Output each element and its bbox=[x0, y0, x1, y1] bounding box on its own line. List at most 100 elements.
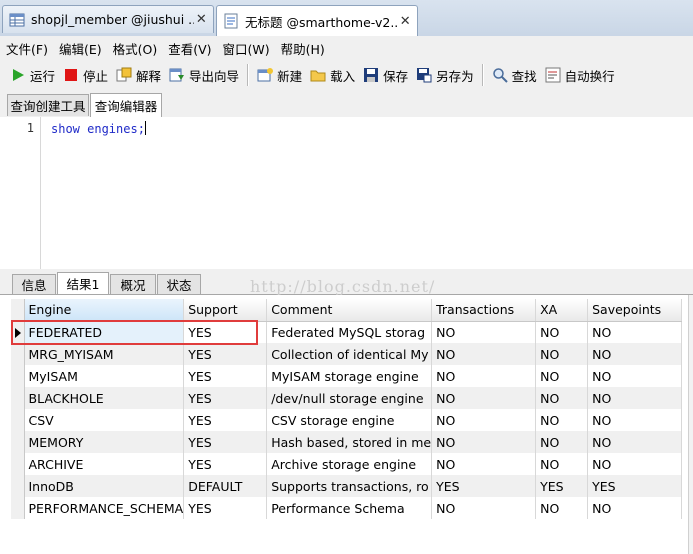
table-cell[interactable]: Hash based, stored in me bbox=[266, 431, 433, 453]
table-cell[interactable]: Collection of identical My bbox=[266, 343, 433, 365]
doc-tab-shopjl-member[interactable]: shopjl_member @jiushui ... ✕ bbox=[2, 5, 214, 33]
table-cell[interactable]: NO bbox=[535, 387, 589, 409]
table-cell[interactable]: NO bbox=[535, 365, 589, 387]
save-as-button[interactable]: 另存为 bbox=[412, 63, 478, 87]
tab-status[interactable]: 状态 bbox=[157, 274, 201, 294]
table-cell[interactable]: NO bbox=[535, 343, 589, 365]
table-cell[interactable]: Federated MySQL storag bbox=[266, 321, 433, 343]
table-cell[interactable]: NO bbox=[431, 321, 537, 343]
sql-editor[interactable]: 1 show engines; bbox=[0, 117, 693, 270]
sql-code-line[interactable]: show engines; bbox=[51, 121, 146, 136]
table-cell[interactable]: YES bbox=[183, 343, 268, 365]
table-cell[interactable]: NO bbox=[587, 409, 683, 431]
load-button[interactable]: 载入 bbox=[306, 63, 359, 87]
table-cell[interactable]: MyISAM storage engine bbox=[266, 365, 433, 387]
menu-window[interactable]: 窗口(W) bbox=[218, 39, 275, 58]
tab-result-1[interactable]: 结果1 bbox=[57, 272, 109, 294]
table-cell[interactable]: NO bbox=[587, 343, 683, 365]
column-header-comment[interactable]: Comment bbox=[266, 299, 433, 322]
row-indicator bbox=[11, 343, 25, 365]
table-cell[interactable]: DEFAULT bbox=[183, 475, 268, 497]
table-cell[interactable]: YES bbox=[183, 387, 268, 409]
close-icon[interactable]: ✕ bbox=[397, 14, 413, 29]
table-cell[interactable]: NO bbox=[535, 453, 589, 475]
table-cell[interactable]: Performance Schema bbox=[266, 497, 433, 519]
find-button[interactable]: 查找 bbox=[488, 63, 541, 87]
table-cell[interactable]: YES bbox=[587, 475, 683, 497]
table-cell[interactable]: MEMORY bbox=[24, 431, 185, 453]
table-row[interactable]: InnoDB DEFAULT Supports transactions, ro… bbox=[11, 475, 683, 497]
table-cell[interactable]: NO bbox=[431, 453, 537, 475]
table-row[interactable]: FEDERATED YES Federated MySQL storag NO … bbox=[11, 321, 683, 343]
table-cell[interactable]: /dev/null storage engine bbox=[266, 387, 433, 409]
column-header-support[interactable]: Support bbox=[183, 299, 268, 322]
table-cell[interactable]: PERFORMANCE_SCHEMA bbox=[24, 497, 185, 519]
table-cell[interactable]: NO bbox=[431, 409, 537, 431]
table-cell[interactable]: NO bbox=[431, 497, 537, 519]
tab-profile[interactable]: 概况 bbox=[110, 274, 156, 294]
table-row[interactable]: MRG_MYISAM YES Collection of identical M… bbox=[11, 343, 683, 365]
table-row[interactable]: MEMORY YES Hash based, stored in me NO N… bbox=[11, 431, 683, 453]
export-wizard-button[interactable]: 导出向导 bbox=[165, 63, 243, 87]
menu-file[interactable]: 文件(F) bbox=[1, 39, 53, 58]
column-header-transactions[interactable]: Transactions bbox=[431, 299, 537, 322]
table-cell[interactable]: FEDERATED bbox=[24, 321, 185, 343]
menu-format[interactable]: 格式(O) bbox=[108, 39, 163, 58]
grid-header-row: Engine Support Comment Transactions XA S… bbox=[11, 299, 683, 322]
table-cell[interactable]: NO bbox=[535, 497, 589, 519]
table-cell[interactable]: YES bbox=[183, 497, 268, 519]
table-cell[interactable]: MRG_MYISAM bbox=[24, 343, 185, 365]
column-header-xa[interactable]: XA bbox=[535, 299, 589, 322]
table-cell[interactable]: YES bbox=[183, 431, 268, 453]
save-button[interactable]: 保存 bbox=[359, 63, 412, 87]
table-row[interactable]: MyISAM YES MyISAM storage engine NO NO N… bbox=[11, 365, 683, 387]
table-cell[interactable]: NO bbox=[587, 497, 683, 519]
table-row[interactable]: ARCHIVE YES Archive storage engine NO NO… bbox=[11, 453, 683, 475]
table-cell[interactable]: CSV storage engine bbox=[266, 409, 433, 431]
table-cell[interactable]: BLACKHOLE bbox=[24, 387, 185, 409]
vertical-scrollbar[interactable] bbox=[688, 295, 693, 554]
table-cell[interactable]: NO bbox=[535, 431, 589, 453]
menu-help[interactable]: 帮助(H) bbox=[276, 39, 330, 58]
table-cell[interactable]: NO bbox=[587, 321, 683, 343]
table-cell[interactable]: YES bbox=[535, 475, 589, 497]
table-cell[interactable]: NO bbox=[587, 453, 683, 475]
stop-button[interactable]: 停止 bbox=[59, 63, 112, 87]
table-cell[interactable]: NO bbox=[431, 343, 537, 365]
table-row[interactable]: PERFORMANCE_SCHEMA YES Performance Schem… bbox=[11, 497, 683, 519]
table-cell[interactable]: NO bbox=[587, 365, 683, 387]
table-row[interactable]: CSV YES CSV storage engine NO NO NO bbox=[11, 409, 683, 431]
table-cell[interactable]: NO bbox=[587, 387, 683, 409]
close-icon[interactable]: ✕ bbox=[194, 12, 209, 27]
table-cell[interactable]: YES bbox=[183, 453, 268, 475]
table-cell[interactable]: NO bbox=[587, 431, 683, 453]
table-cell[interactable]: NO bbox=[535, 409, 589, 431]
table-cell[interactable]: NO bbox=[535, 321, 589, 343]
column-header-engine[interactable]: Engine bbox=[24, 299, 185, 322]
table-row[interactable]: BLACKHOLE YES /dev/null storage engine N… bbox=[11, 387, 683, 409]
table-cell[interactable]: YES bbox=[431, 475, 537, 497]
table-cell[interactable]: NO bbox=[431, 365, 537, 387]
menu-edit[interactable]: 编辑(E) bbox=[54, 39, 107, 58]
table-cell[interactable]: Supports transactions, ro bbox=[266, 475, 433, 497]
table-cell[interactable]: InnoDB bbox=[24, 475, 185, 497]
table-cell[interactable]: YES bbox=[183, 321, 268, 343]
doc-tab-untitled-query[interactable]: 无标题 @smarthome-v2... ✕ bbox=[216, 5, 418, 36]
tab-info[interactable]: 信息 bbox=[12, 274, 56, 294]
table-cell[interactable]: YES bbox=[183, 365, 268, 387]
table-cell[interactable]: MyISAM bbox=[24, 365, 185, 387]
new-button[interactable]: 新建 bbox=[253, 63, 306, 87]
run-button[interactable]: 运行 bbox=[6, 63, 59, 87]
table-cell[interactable]: ARCHIVE bbox=[24, 453, 185, 475]
table-cell[interactable]: YES bbox=[183, 409, 268, 431]
explain-button[interactable]: 解释 bbox=[112, 63, 165, 87]
table-cell[interactable]: CSV bbox=[24, 409, 185, 431]
table-cell[interactable]: NO bbox=[431, 431, 537, 453]
menu-view[interactable]: 查看(V) bbox=[163, 39, 216, 58]
table-cell[interactable]: NO bbox=[431, 387, 537, 409]
column-header-savepoints[interactable]: Savepoints bbox=[587, 299, 683, 322]
word-wrap-button[interactable]: 自动换行 bbox=[541, 63, 619, 87]
tab-query-builder[interactable]: 查询创建工具 bbox=[7, 94, 89, 116]
table-cell[interactable]: Archive storage engine bbox=[266, 453, 433, 475]
tab-query-editor[interactable]: 查询编辑器 bbox=[90, 93, 162, 117]
